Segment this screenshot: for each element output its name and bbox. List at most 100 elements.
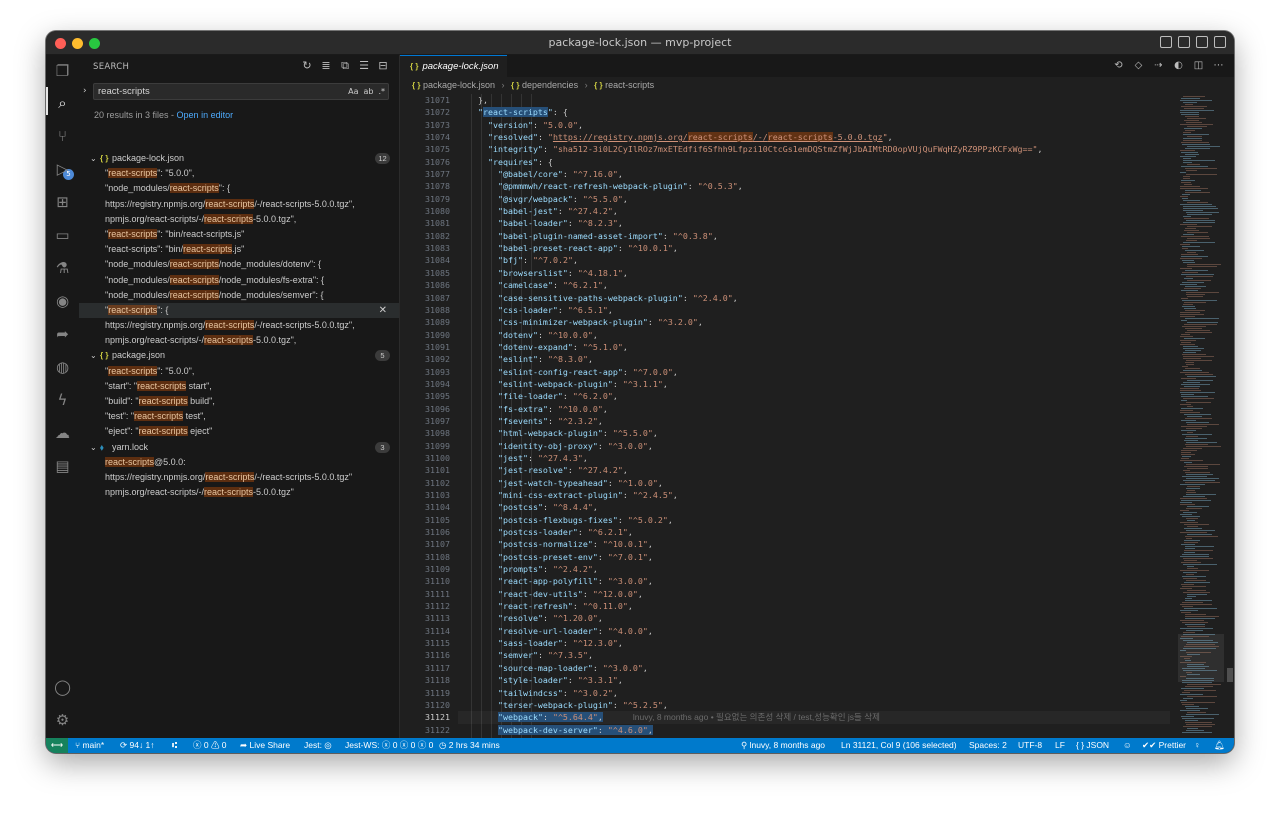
run-debug-icon[interactable]: ▷ [54, 161, 71, 178]
live-share-status[interactable]: ➦ Live Share [240, 738, 290, 753]
remote-indicator-icon[interactable]: ⟷ [46, 738, 68, 753]
cursor-position[interactable]: Ln 31121, Col 9 (106 selected) [841, 738, 957, 753]
result-match-row[interactable]: "eject": "react-scripts eject" [79, 424, 399, 439]
prettier-status[interactable]: ✔✔ Prettier [1142, 738, 1186, 753]
search-icon[interactable]: ⌕ [54, 95, 71, 112]
toggle-panel-icon[interactable] [1178, 36, 1190, 48]
chevron-down-icon[interactable]: ⌄ [90, 348, 100, 363]
result-match-row[interactable]: "react-scripts": "bin/react-scripts.js" [79, 227, 399, 242]
breadcrumb-react-scripts[interactable]: react-scripts [605, 80, 654, 90]
open-changes-icon[interactable]: ⟲ [1113, 59, 1124, 72]
code-token: ^1.20.0 [557, 613, 593, 624]
match-highlight: react-scripts [169, 274, 219, 285]
code-editor[interactable]: 31071 31072 31073 31074 31075 31076 31077 31078… [400, 94, 1170, 738]
settings-gear-icon[interactable]: ⚙ [54, 712, 71, 729]
copilot-icon[interactable]: ☺ [1123, 738, 1132, 753]
result-match-row[interactable]: https://registry.npmjs.org/react-scripts… [79, 470, 399, 485]
match-whole-word-toggle[interactable]: ab [363, 85, 373, 98]
result-file-row[interactable]: ⌄{ } package-lock.json 12 [79, 151, 399, 166]
extensions-icon[interactable]: ⊞ [54, 194, 71, 211]
new-search-editor-icon[interactable]: ⧉ [339, 59, 351, 73]
vertical-scrollbar[interactable] [1226, 94, 1234, 738]
use-regex-toggle[interactable]: .* [378, 85, 385, 98]
dismiss-result-icon[interactable]: ✕ [379, 303, 387, 318]
result-match-row[interactable]: "react-scripts": {✕ [79, 302, 399, 319]
jest-ws-status[interactable]: Jest-WS: ⓧ 0 ⓧ 0 ⓧ 0 [345, 738, 433, 753]
result-match-row[interactable]: "test": "react-scripts test", [79, 409, 399, 424]
result-match-row[interactable]: "node_modules/react-scripts/node_modules… [79, 273, 399, 288]
timer-status[interactable]: ◷ 2 hrs 34 mins [439, 738, 500, 753]
result-file-row[interactable]: ⌄ ⬧ yarn.lock 3 [79, 440, 399, 455]
chevron-down-icon[interactable]: ⌄ [90, 440, 100, 455]
view-as-tree-icon[interactable]: ☰ [358, 59, 370, 73]
result-match-row[interactable]: "react-scripts": "bin/react-scripts.js" [79, 242, 399, 257]
next-change-icon[interactable]: ⇢ [1153, 59, 1164, 72]
eol-status[interactable]: LF [1055, 738, 1065, 753]
minimap-line [1185, 168, 1217, 169]
result-match-row[interactable]: https://registry.npmjs.org/react-scripts… [79, 318, 399, 333]
match-suffix: start", [186, 380, 212, 391]
clear-results-icon[interactable]: ≣ [320, 59, 332, 73]
result-match-row[interactable]: "react-scripts": "5.0.0", [79, 364, 399, 379]
toggle-primary-sidebar-icon[interactable] [1160, 36, 1172, 48]
result-match-row[interactable]: npmjs.org/react-scripts/-/react-scripts-… [79, 485, 399, 500]
result-match-row[interactable]: https://registry.npmjs.org/react-scripts… [79, 197, 399, 212]
remote-explorer-icon[interactable]: ▭ [54, 227, 71, 244]
testing-icon[interactable]: ⚗ [54, 260, 71, 277]
tab-package-lock-json[interactable]: { } package-lock.json [400, 55, 507, 77]
match-case-toggle[interactable]: Aa [348, 85, 358, 98]
problems-indicator[interactable]: ⓧ 0 ⚠ 0 [193, 738, 227, 753]
encoding-status[interactable]: UTF-8 [1018, 738, 1042, 753]
collapse-all-icon[interactable]: ⊟ [377, 59, 389, 73]
customize-layout-icon[interactable] [1214, 36, 1226, 48]
thunder-client-icon[interactable]: ϟ [54, 392, 71, 409]
jest-status[interactable]: Jest: ◎ [304, 738, 332, 753]
code-token: css-loader [502, 304, 553, 315]
scrollbar-thumb[interactable] [1227, 668, 1233, 682]
source-control-icon[interactable]: ⑂ [54, 128, 71, 145]
result-match-row[interactable]: "react-scripts": "5.0.0", [79, 166, 399, 181]
explorer-icon[interactable]: ❐ [54, 63, 71, 80]
open-in-editor-link[interactable]: Open in editor [177, 110, 234, 120]
result-match-row[interactable]: "start": "react-scripts start", [79, 379, 399, 394]
indentation-status[interactable]: Spaces: 2 [969, 738, 1007, 753]
git-graph-status-icon[interactable]: ⑆ [172, 738, 177, 753]
chevron-down-icon[interactable]: ⌄ [90, 151, 100, 166]
result-match-row[interactable]: npmjs.org/react-scripts/-/react-scripts-… [79, 212, 399, 227]
result-match-row[interactable]: "node_modules/react-scripts/node_modules… [79, 257, 399, 272]
breadcrumb-dependencies[interactable]: dependencies [522, 80, 578, 90]
result-match-row[interactable]: "node_modules/react-scripts": { [79, 181, 399, 196]
minimap-line [1187, 566, 1194, 567]
timer-text: 2 hrs 34 mins [448, 740, 500, 750]
accounts-icon[interactable]: ◯ [54, 679, 71, 696]
git-graph-icon[interactable]: ◉ [54, 293, 71, 310]
live-share-icon[interactable]: ➦ [54, 326, 71, 343]
refresh-icon[interactable]: ↻ [301, 59, 313, 73]
toggle-secondary-sidebar-icon[interactable] [1196, 36, 1208, 48]
github-icon[interactable]: ◍ [54, 359, 71, 376]
result-match-row[interactable]: react-scripts@5.0.0: [79, 455, 399, 470]
result-match-row[interactable]: "build": "react-scripts build", [79, 394, 399, 409]
branch-indicator[interactable]: ⑂ main* [75, 738, 104, 753]
minimap-line [1186, 574, 1194, 575]
language-mode[interactable]: { } JSON [1076, 738, 1109, 753]
result-match-row[interactable]: npmjs.org/react-scripts/-/react-scripts-… [79, 333, 399, 348]
toggle-replace-chevron-icon[interactable]: › [83, 86, 87, 96]
sync-indicator[interactable]: ⟳ 94↓ 1↑ [120, 738, 155, 753]
result-match-row[interactable]: "node_modules/react-scripts/node_modules… [79, 288, 399, 303]
minimap[interactable] [1178, 94, 1224, 738]
previous-change-icon[interactable]: ◇ [1133, 59, 1144, 72]
notes-icon[interactable]: ▤ [54, 458, 71, 475]
docker-icon[interactable]: ☁ [54, 425, 71, 442]
blame-status[interactable]: ⚲ lnuvy, 8 months ago [741, 738, 825, 753]
notifications-bell-icon[interactable]: 🔔︎ [1214, 738, 1225, 753]
breadcrumb-file[interactable]: package-lock.json [423, 80, 495, 90]
feedback-icon[interactable]: ♀ [1194, 738, 1200, 753]
split-editor-icon[interactable]: ◫ [1193, 59, 1204, 72]
git-lens-icon[interactable]: ◐ [1173, 59, 1184, 72]
search-input[interactable] [98, 85, 328, 98]
result-file-row[interactable]: ⌄{ } package.json 5 [79, 348, 399, 363]
more-actions-icon[interactable]: ⋯ [1213, 59, 1224, 72]
code-token: postcss [502, 502, 538, 513]
